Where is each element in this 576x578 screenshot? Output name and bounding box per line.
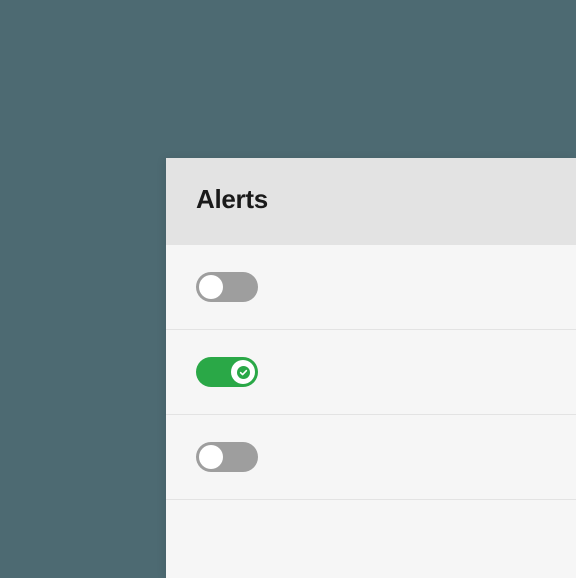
check-circle-icon [237,366,250,379]
alert-toggle-1[interactable] [196,272,258,302]
alert-toggle-3[interactable] [196,442,258,472]
toggle-knob [231,360,255,384]
alert-row [166,330,576,415]
alert-toggle-2[interactable] [196,357,258,387]
toggle-knob [199,275,223,299]
alert-row [166,500,576,554]
alerts-panel: Alerts [166,158,576,578]
toggle-knob [199,445,223,469]
alerts-header: Alerts [166,158,576,245]
page-title: Alerts [196,184,546,215]
alert-row [166,415,576,500]
alert-row [166,245,576,330]
